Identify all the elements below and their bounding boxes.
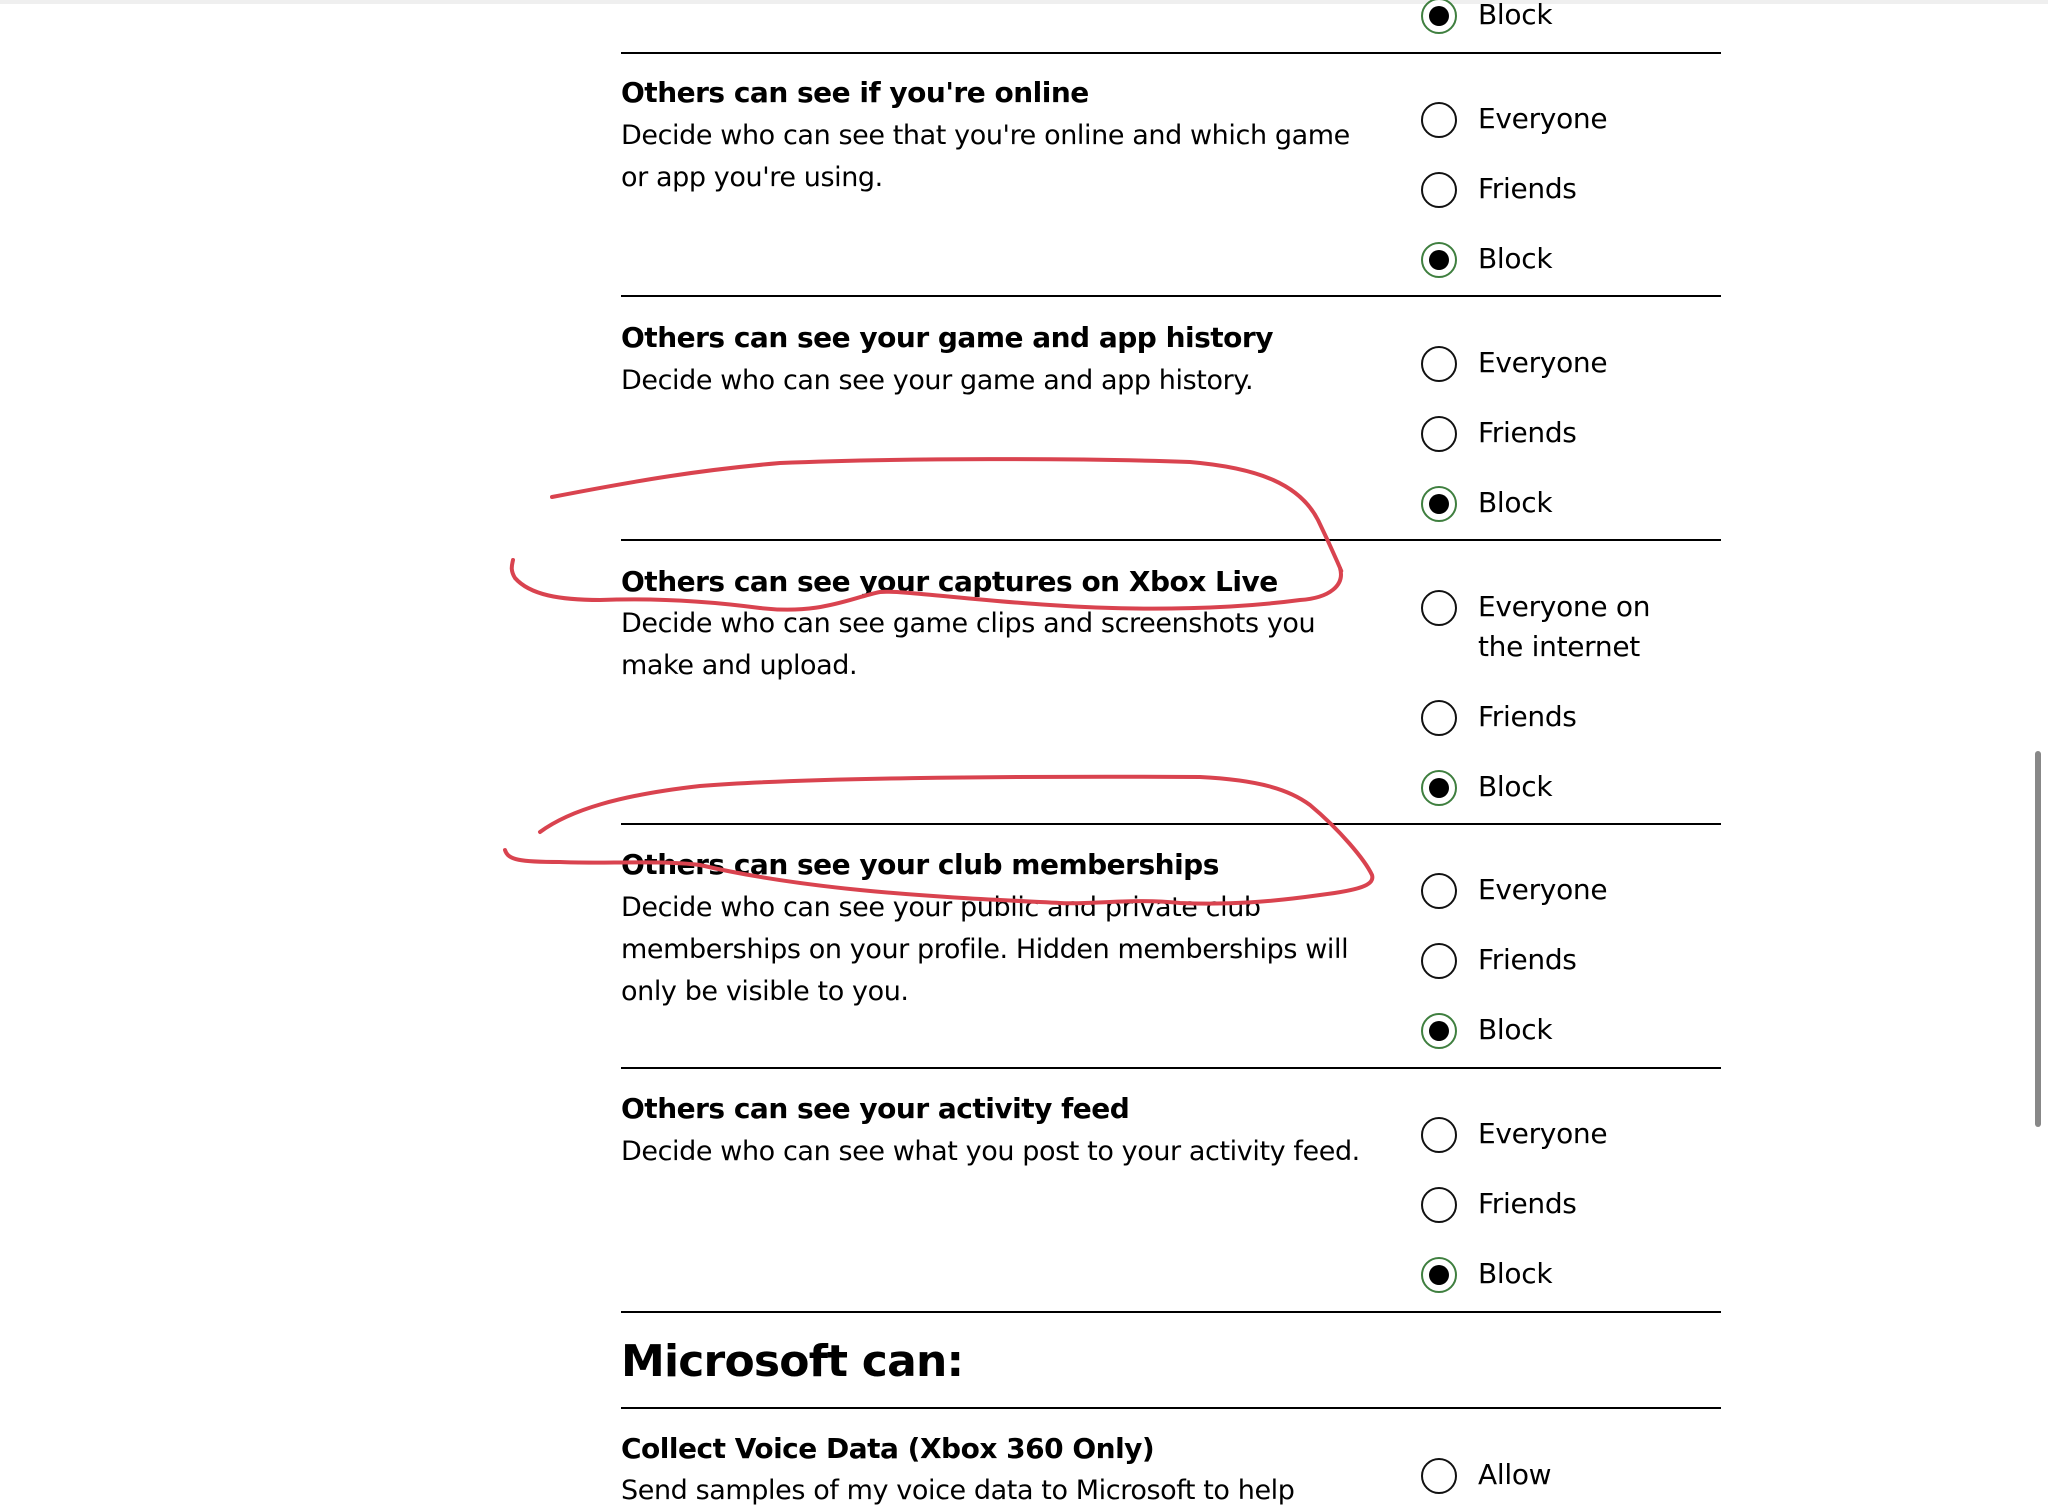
radio-history-block[interactable]: Block (1421, 486, 1678, 523)
radio-feed-friends[interactable]: Friends (1421, 1187, 1678, 1224)
setting-description-captures: Decide who can see game clips and screen… (621, 608, 1316, 681)
radio-clubs-block[interactable]: Block (1421, 1013, 1678, 1050)
annotation-layer (503, 457, 1375, 906)
radio-history-everyone[interactable]: Everyone (1421, 346, 1678, 383)
radio-button-checked[interactable] (1421, 486, 1457, 522)
radio-label: Friends (1478, 416, 1577, 449)
radio-clubs-everyone[interactable]: Everyone (1421, 873, 1678, 910)
radio-button[interactable] (1421, 590, 1457, 626)
setting-description-game-history: Decide who can see your game and app his… (621, 365, 1254, 396)
radio-button[interactable] (1421, 1187, 1457, 1223)
radio-history-friends[interactable]: Friends (1421, 416, 1678, 453)
radio-label: Friends (1478, 1187, 1577, 1220)
radio-label: Block (1478, 770, 1553, 803)
section-divider (621, 1067, 1721, 1069)
radio-label: Allow (1478, 1458, 1552, 1491)
radio-label: Friends (1478, 172, 1577, 205)
radio-label: Everyone on the internet (1478, 590, 1651, 663)
section-heading-microsoft: Microsoft can: (621, 1336, 964, 1387)
radio-voice-allow[interactable]: Allow (1421, 1458, 1678, 1495)
radio-label: Block (1478, 1013, 1553, 1046)
radio-label: Block (1478, 242, 1553, 275)
setting-title-game-history: Others can see your game and app history (621, 321, 1273, 354)
radio-button[interactable] (1421, 943, 1457, 979)
radio-button-checked[interactable] (1421, 770, 1457, 806)
radio-option-partial-block[interactable]: Block (1421, 0, 1678, 35)
radio-button[interactable] (1421, 102, 1457, 138)
radio-button[interactable] (1421, 700, 1457, 736)
radio-captures-block[interactable]: Block (1421, 770, 1678, 807)
radio-label: Friends (1478, 700, 1577, 733)
setting-title-captures: Others can see your captures on Xbox Liv… (621, 565, 1278, 598)
radio-label: Everyone (1478, 873, 1608, 906)
top-edge-strip (0, 0, 2048, 4)
radio-clubs-friends[interactable]: Friends (1421, 943, 1678, 980)
radio-button[interactable] (1421, 416, 1457, 452)
radio-button[interactable] (1421, 1117, 1457, 1153)
section-divider (621, 52, 1721, 54)
radio-button[interactable] (1421, 1458, 1457, 1494)
radio-label: Block (1478, 486, 1553, 519)
setting-title-club-memberships: Others can see your club memberships (621, 848, 1219, 881)
radio-button-checked[interactable] (1421, 242, 1457, 278)
radio-label: Block (1478, 1257, 1553, 1290)
radio-button-checked[interactable] (1421, 1013, 1457, 1049)
section-divider (621, 1407, 1721, 1409)
section-divider (621, 823, 1721, 825)
radio-feed-everyone[interactable]: Everyone (1421, 1117, 1678, 1154)
section-divider (621, 295, 1721, 297)
radio-label: Everyone (1478, 1117, 1608, 1150)
annotation-loop-club-memberships (503, 774, 1375, 906)
radio-button-checked[interactable] (1421, 0, 1457, 34)
radio-online-friends[interactable]: Friends (1421, 172, 1678, 209)
vertical-scrollbar-thumb[interactable] (2035, 751, 2041, 1127)
radio-captures-everyone-internet[interactable]: Everyone on the internet (1421, 590, 1678, 667)
radio-online-block[interactable]: Block (1421, 242, 1678, 279)
radio-button[interactable] (1421, 346, 1457, 382)
radio-button[interactable] (1421, 873, 1457, 909)
setting-description-online-status: Decide who can see that you're online an… (621, 120, 1350, 193)
section-divider (621, 539, 1721, 541)
radio-button-checked[interactable] (1421, 1257, 1457, 1293)
setting-title-voice-data: Collect Voice Data (Xbox 360 Only) (621, 1432, 1155, 1465)
radio-label: Everyone (1478, 102, 1608, 135)
radio-feed-block[interactable]: Block (1421, 1257, 1678, 1294)
radio-captures-friends[interactable]: Friends (1421, 700, 1678, 737)
radio-online-everyone[interactable]: Everyone (1421, 102, 1678, 139)
setting-title-online-status: Others can see if you're online (621, 76, 1089, 109)
radio-label: Block (1478, 0, 1553, 31)
setting-title-activity-feed: Others can see your activity feed (621, 1092, 1130, 1125)
setting-description-voice-data: Send samples of my voice data to Microso… (621, 1475, 1295, 1506)
setting-description-club-memberships: Decide who can see your public and priva… (621, 892, 1349, 1007)
radio-button[interactable] (1421, 172, 1457, 208)
radio-label: Everyone (1478, 346, 1608, 379)
setting-description-activity-feed: Decide who can see what you post to your… (621, 1136, 1360, 1167)
section-divider (621, 1311, 1721, 1313)
radio-label: Friends (1478, 943, 1577, 976)
